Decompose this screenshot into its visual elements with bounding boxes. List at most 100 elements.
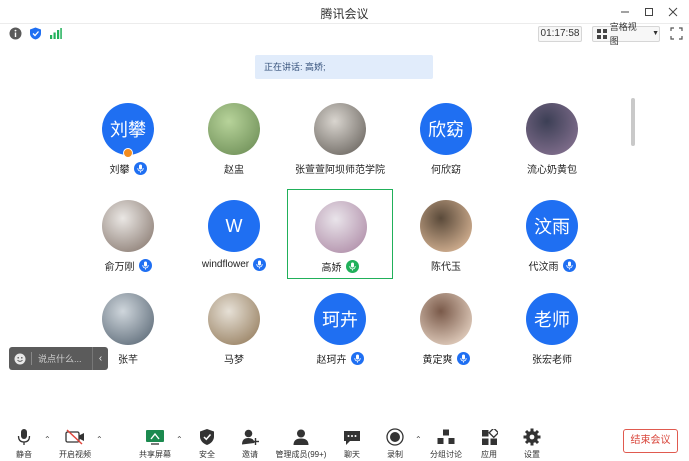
participant-tile[interactable]: Wwindflower (181, 189, 287, 279)
speaking-indicator: 正在讲话: 高娇; (255, 55, 433, 79)
participant-tile[interactable]: 欣窈 何欣窈 (393, 92, 499, 182)
participant-tile[interactable]: 汶雨 代汶雨 (499, 189, 605, 279)
avatar (420, 293, 472, 345)
participant-name-row: 马梦 (181, 351, 287, 366)
chat-placeholder[interactable]: 说点什么... (32, 352, 92, 365)
participant-name-row: 陈代玉 (393, 258, 499, 273)
view-mode-selector[interactable]: 宫格视图 ▼ (592, 22, 660, 46)
manage-members-button[interactable]: 管理成员(99+) (276, 428, 326, 460)
avatar: 欣窈 (420, 103, 472, 155)
grid-scrollbar[interactable] (631, 98, 635, 146)
microphone-icon (456, 352, 470, 365)
minimize-button[interactable] (615, 2, 635, 22)
participant-tile[interactable]: 赵盅 (181, 92, 287, 182)
invite-label: 邀请 (242, 450, 258, 459)
maximize-button[interactable] (639, 2, 659, 22)
close-button[interactable] (663, 2, 683, 22)
fullscreen-icon[interactable] (670, 27, 684, 41)
security-button[interactable]: 安全 (185, 428, 229, 460)
record-label: 录制 (387, 450, 403, 459)
mute-button[interactable]: 静音 (2, 428, 46, 460)
add-user-icon (240, 428, 260, 446)
participant-name: 俞万刚 (104, 262, 135, 273)
participant-name-row: 张萱萱阿坝师范学院 (287, 161, 393, 176)
participant-name-row: 流心奶黄包 (499, 161, 605, 176)
signal-icon[interactable] (48, 26, 62, 40)
chat-quick-input[interactable]: 说点什么... ‹ (9, 347, 108, 370)
shield-icon[interactable] (28, 26, 42, 40)
participant-name-row: 何欣窈 (393, 161, 499, 176)
participant-tile[interactable]: 高娇 (287, 189, 393, 279)
speaking-microphone-icon (345, 260, 359, 273)
participant-name: 高娇 (321, 263, 342, 274)
participant-name: 陈代玉 (431, 262, 461, 273)
participant-name: 黄定爽 (422, 355, 453, 366)
microphone-icon (133, 162, 147, 175)
participant-tile[interactable]: 刘攀 刘攀 (75, 92, 181, 182)
shield-icon (197, 428, 217, 446)
avatar: 汶雨 (526, 200, 578, 252)
info-icon[interactable] (8, 26, 22, 40)
participant-name-row: 张宏老师 (499, 351, 605, 366)
avatar (102, 200, 154, 252)
breakout-rooms-button[interactable]: 分组讨论 (424, 428, 468, 460)
settings-button[interactable]: 设置 (510, 428, 554, 460)
microphone-icon (14, 428, 34, 446)
invite-button[interactable]: 邀请 (228, 428, 272, 460)
participant-name: 代汶雨 (528, 262, 559, 273)
avatar: W (208, 200, 260, 252)
participant-tile[interactable]: 张萱萱阿坝师范学院 (287, 92, 393, 182)
share-options-caret[interactable]: ⌃ (176, 435, 183, 444)
host-badge-icon (123, 148, 133, 158)
maximize-icon (645, 8, 653, 16)
breakout-icon (436, 428, 456, 446)
participant-tile[interactable]: 陈代玉 (393, 189, 499, 279)
window-title: 腾讯会议 (320, 7, 369, 21)
manage-members-label: 管理成员(99+) (275, 450, 327, 459)
video-button[interactable]: 开启视频 (53, 428, 97, 460)
participant-name-row: 赵珂卉 (287, 351, 393, 366)
participant-name-row: 刘攀 (75, 161, 181, 176)
participant-name: 张芊 (118, 355, 138, 366)
participant-name: 刘攀 (109, 165, 130, 176)
participant-tile[interactable]: 黄定爽 (393, 282, 499, 372)
emoji-icon[interactable] (9, 353, 31, 365)
participant-name: 张萱萱阿坝师范学院 (295, 165, 385, 176)
video-label: 开启视频 (59, 450, 91, 459)
camera-off-icon (65, 428, 85, 446)
avatar (526, 103, 578, 155)
record-options-caret[interactable]: ⌃ (415, 435, 422, 444)
participant-name: 何欣窈 (431, 165, 461, 176)
participant-tile[interactable]: 流心奶黄包 (499, 92, 605, 182)
chat-button[interactable]: 聊天 (330, 428, 374, 460)
share-screen-label: 共享屏幕 (139, 450, 171, 459)
participant-name: windflower (201, 259, 250, 270)
participant-name: 马梦 (224, 355, 244, 366)
video-options-caret[interactable]: ⌃ (96, 435, 103, 444)
participant-tile[interactable]: 马梦 (181, 282, 287, 372)
settings-label: 设置 (524, 450, 540, 459)
meeting-toolbar: 静音 ⌃ 开启视频 ⌃ 共享屏幕 ⌃ 安全 邀请 管理成员(99+) 聊天 录制… (0, 424, 689, 461)
microphone-icon (138, 259, 152, 272)
record-button[interactable]: 录制 (373, 428, 417, 460)
apps-button[interactable]: 应用 (467, 428, 511, 460)
meeting-timer: 01:17:58 (538, 26, 582, 42)
security-label: 安全 (199, 450, 215, 459)
share-screen-button[interactable]: 共享屏幕 (133, 428, 177, 460)
participant-tile[interactable]: 俞万刚 (75, 189, 181, 279)
members-icon (291, 428, 311, 446)
end-meeting-button[interactable]: 结束会议 (623, 429, 678, 453)
chevron-left-icon[interactable]: ‹ (92, 347, 108, 370)
close-icon (668, 7, 678, 17)
participant-name-row: 黄定爽 (393, 351, 499, 366)
participant-name: 张宏老师 (532, 355, 572, 366)
mute-options-caret[interactable]: ⌃ (44, 435, 51, 444)
participant-tile[interactable]: 老师 张宏老师 (499, 282, 605, 372)
chevron-down-icon: ▼ (652, 30, 659, 37)
info-bar: 01:17:58 宫格视图 ▼ (0, 22, 689, 46)
participant-name-row: windflower (181, 258, 287, 271)
avatar (102, 293, 154, 345)
participant-tile[interactable]: 珂卉 赵珂卉 (287, 282, 393, 372)
participant-name: 流心奶黄包 (527, 165, 577, 176)
apps-label: 应用 (481, 450, 497, 459)
